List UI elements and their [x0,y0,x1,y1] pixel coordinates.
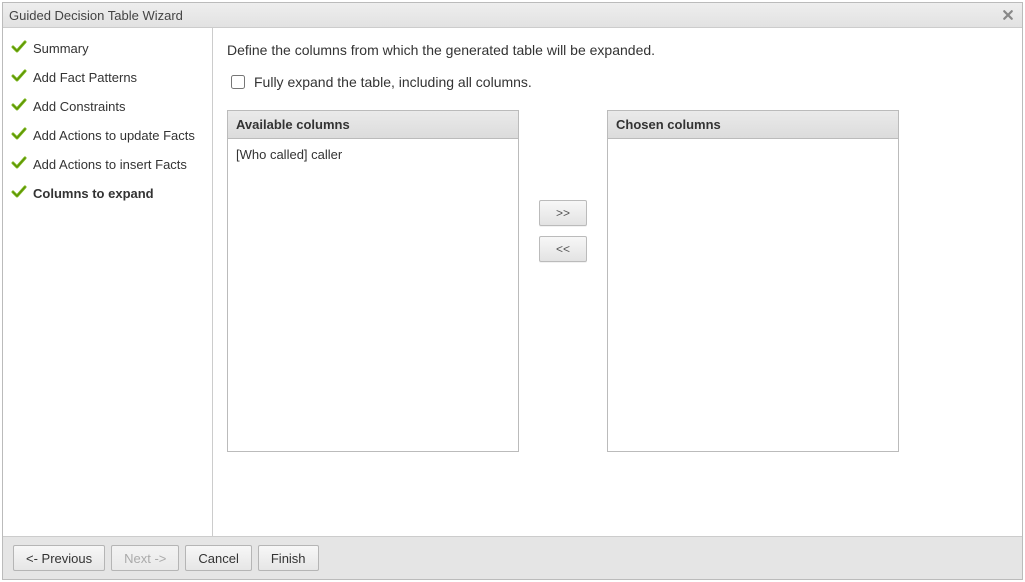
wizard-step[interactable]: Add Actions to update Facts [7,121,208,150]
available-columns-list[interactable]: [Who called] caller [228,139,518,451]
add-column-button[interactable]: >> [539,200,587,226]
wizard-sidebar: Summary Add Fact Patterns Add Constraints A… [3,28,213,536]
check-icon [11,39,27,58]
columns-row: Available columns [Who called] caller >>… [227,110,1004,452]
wizard-step-label: Columns to expand [33,186,154,201]
wizard-window: Guided Decision Table Wizard Summary Add … [2,2,1023,580]
transfer-buttons: >> << [539,200,587,262]
wizard-step-label: Summary [33,41,89,56]
previous-button[interactable]: <- Previous [13,545,105,571]
check-icon [11,184,27,203]
available-columns-header: Available columns [228,111,518,139]
wizard-step[interactable]: Columns to expand [7,179,208,208]
check-icon [11,97,27,116]
available-columns-panel: Available columns [Who called] caller [227,110,519,452]
window-title: Guided Decision Table Wizard [9,8,183,23]
wizard-step-label: Add Fact Patterns [33,70,137,85]
fully-expand-label: Fully expand the table, including all co… [254,74,532,90]
instruction-text: Define the columns from which the genera… [227,42,1004,58]
remove-column-button[interactable]: << [539,236,587,262]
wizard-step[interactable]: Summary [7,34,208,63]
fully-expand-checkbox[interactable] [231,75,245,89]
next-button: Next -> [111,545,179,571]
check-icon [11,68,27,87]
main-panel: Define the columns from which the genera… [213,28,1022,536]
wizard-step[interactable]: Add Constraints [7,92,208,121]
wizard-step-label: Add Actions to insert Facts [33,157,187,172]
titlebar: Guided Decision Table Wizard [3,3,1022,28]
wizard-footer: <- Previous Next -> Cancel Finish [3,536,1022,579]
check-icon [11,155,27,174]
wizard-step[interactable]: Add Fact Patterns [7,63,208,92]
chosen-columns-panel: Chosen columns [607,110,899,452]
close-icon[interactable] [1000,7,1016,23]
wizard-step[interactable]: Add Actions to insert Facts [7,150,208,179]
chosen-columns-header: Chosen columns [608,111,898,139]
fully-expand-row[interactable]: Fully expand the table, including all co… [227,72,1004,92]
check-icon [11,126,27,145]
chosen-columns-list[interactable] [608,139,898,451]
body: Summary Add Fact Patterns Add Constraints A… [3,28,1022,536]
cancel-button[interactable]: Cancel [185,545,251,571]
wizard-step-label: Add Constraints [33,99,126,114]
finish-button[interactable]: Finish [258,545,319,571]
wizard-step-label: Add Actions to update Facts [33,128,195,143]
list-item[interactable]: [Who called] caller [236,145,510,164]
